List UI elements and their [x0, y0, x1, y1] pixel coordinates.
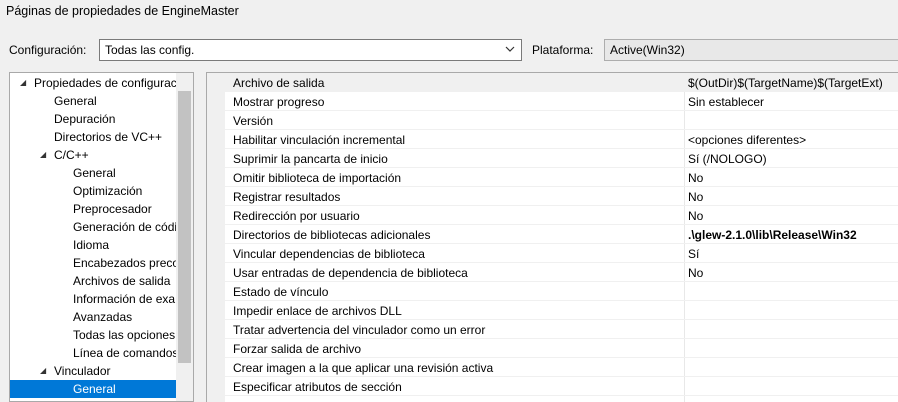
expand-arrow-icon[interactable]: ◢: [40, 362, 46, 380]
tree-item-label: Directorios de VC++: [54, 130, 163, 144]
tree-item-label: General: [73, 166, 116, 180]
tree-item-label: General: [54, 94, 97, 108]
property-row[interactable]: Forzar salida de archivo: [225, 339, 898, 358]
tree-item-label: General: [73, 382, 116, 396]
tree-item-label: Idioma: [73, 238, 110, 252]
property-name: Directorios de bibliotecas adicionales: [233, 228, 431, 242]
platform-value: Active(Win32): [610, 43, 685, 57]
property-name: Suprimir la pancarta de inicio: [233, 152, 388, 166]
property-row[interactable]: Mostrar progreso Sin establecer: [225, 92, 898, 111]
property-name: Especificar atributos de sección: [233, 380, 402, 394]
property-value[interactable]: Sin establecer: [688, 95, 764, 109]
tree-item-label: C/C++: [54, 148, 89, 162]
tree-item-label: Preprocesador: [73, 202, 152, 216]
property-name: Forzar salida de archivo: [233, 342, 362, 356]
grid-gutter: [207, 73, 225, 402]
tree-scrollbar[interactable]: [176, 73, 193, 401]
tree-item[interactable]: Directorios de VC++: [10, 128, 177, 146]
tree-item-label: Vinculador: [54, 364, 111, 378]
property-value[interactable]: <opciones diferentes>: [688, 133, 806, 147]
tree-item-label: Línea de comandos: [73, 346, 177, 360]
tree-item[interactable]: Optimización: [10, 182, 177, 200]
property-row[interactable]: Usar entradas de dependencia de bibliote…: [225, 263, 898, 282]
tree-item[interactable]: Generación de códi: [10, 218, 177, 236]
property-row[interactable]: Registrar resultados No: [225, 187, 898, 206]
property-row[interactable]: Vincular dependencias de biblioteca Sí: [225, 244, 898, 263]
tree-item[interactable]: Idioma: [10, 236, 177, 254]
property-name: Habilitar vinculación incremental: [233, 133, 406, 147]
configuration-dropdown[interactable]: Todas las config.: [99, 39, 522, 61]
property-name: Impedir enlace de archivos DLL: [233, 304, 402, 318]
property-grid[interactable]: Archivo de salida $(OutDir)$(TargetName)$…: [206, 72, 898, 402]
property-name: Mostrar progreso: [233, 95, 325, 109]
property-row[interactable]: Estado de vínculo: [225, 282, 898, 301]
platform-dropdown[interactable]: Active(Win32): [604, 39, 898, 61]
tree-item-label: Todas las opciones: [73, 328, 176, 342]
tree-item[interactable]: General: [10, 380, 177, 398]
tree-item[interactable]: General: [10, 92, 177, 110]
tree-item[interactable]: ◢ Vinculador: [10, 362, 177, 380]
property-name: Archivo de salida: [233, 76, 325, 90]
property-row[interactable]: Especificar atributos de sección: [225, 377, 898, 396]
property-name: Tratar advertencia del vinculador como u…: [233, 323, 486, 337]
property-name: Omitir biblioteca de importación: [233, 171, 402, 185]
property-row[interactable]: Tratar advertencia del vinculador como u…: [225, 320, 898, 339]
tree-item[interactable]: Avanzadas: [10, 308, 177, 326]
property-name: Registrar resultados: [233, 190, 341, 204]
property-row[interactable]: Impedir enlace de archivos DLL: [225, 301, 898, 320]
expand-arrow-icon[interactable]: ◢: [20, 74, 26, 92]
tree-item-label: Archivos de salida: [73, 274, 171, 288]
property-row[interactable]: Habilitar vinculación incremental <opcion…: [225, 130, 898, 149]
property-value[interactable]: Sí: [688, 247, 699, 261]
property-name: Versión: [233, 114, 274, 128]
tree-item-label: Depuración: [54, 112, 116, 126]
property-row[interactable]: Crear imagen a la que aplicar una revisi…: [225, 358, 898, 377]
property-name: Usar entradas de dependencia de bibliote…: [233, 266, 468, 280]
property-row[interactable]: Directorios de bibliotecas adicionales .\…: [225, 225, 898, 244]
property-row[interactable]: Omitir biblioteca de importación No: [225, 168, 898, 187]
chevron-down-icon[interactable]: [503, 42, 517, 58]
tree-scrollbar-thumb[interactable]: [178, 91, 191, 363]
property-value[interactable]: No: [688, 171, 703, 185]
property-value[interactable]: No: [688, 209, 703, 223]
tree-item[interactable]: ◢ Propiedades de configurac: [10, 74, 177, 92]
tree-item[interactable]: Archivos de salida: [10, 272, 177, 290]
property-value[interactable]: No: [688, 190, 703, 204]
property-value[interactable]: .\glew-2.1.0\lib\Release\Win32: [688, 228, 857, 242]
tree-item-label: Avanzadas: [73, 310, 133, 324]
tree-item-label: Información de exa: [73, 292, 176, 306]
tree-item-label: Propiedades de configurac: [34, 76, 177, 90]
tree-item[interactable]: Encabezados precor: [10, 254, 177, 272]
property-name: Redirección por usuario: [233, 209, 360, 223]
tree-item[interactable]: Preprocesador: [10, 200, 177, 218]
property-name: Crear imagen a la que aplicar una revisi…: [233, 361, 494, 375]
tree-item[interactable]: Todas las opciones: [10, 326, 177, 344]
tree-item[interactable]: General: [10, 164, 177, 182]
tree-item[interactable]: Depuración: [10, 110, 177, 128]
tree-item[interactable]: ◢ C/C++: [10, 146, 177, 164]
property-row[interactable]: Archivo de salida $(OutDir)$(TargetName)$…: [225, 73, 898, 92]
tree-item[interactable]: Línea de comandos: [10, 344, 177, 362]
property-name: Estado de vínculo: [233, 285, 329, 299]
configuration-value: Todas las config.: [105, 43, 195, 57]
property-value[interactable]: No: [688, 266, 703, 280]
platform-label: Plataforma:: [532, 43, 594, 57]
property-tree[interactable]: ◢ Propiedades de configurac General Depurac…: [9, 72, 194, 402]
expand-arrow-icon[interactable]: ◢: [40, 146, 46, 164]
configuration-label: Configuración:: [9, 43, 87, 57]
property-value[interactable]: Sí (/NOLOGO): [688, 152, 767, 166]
tree-item[interactable]: Información de exa: [10, 290, 177, 308]
tree-item-label: Optimización: [73, 184, 143, 198]
property-row[interactable]: Redirección por usuario No: [225, 206, 898, 225]
property-value[interactable]: $(OutDir)$(TargetName)$(TargetExt): [688, 76, 883, 90]
property-row[interactable]: Versión: [225, 111, 898, 130]
tree-item-label: Encabezados precor: [73, 256, 177, 270]
property-name: Vincular dependencias de biblioteca: [233, 247, 425, 261]
tree-item-label: Generación de códi: [73, 220, 177, 234]
window-title: Páginas de propiedades de EngineMaster: [6, 4, 239, 18]
property-row[interactable]: Suprimir la pancarta de inicio Sí (/NOLOG…: [225, 149, 898, 168]
